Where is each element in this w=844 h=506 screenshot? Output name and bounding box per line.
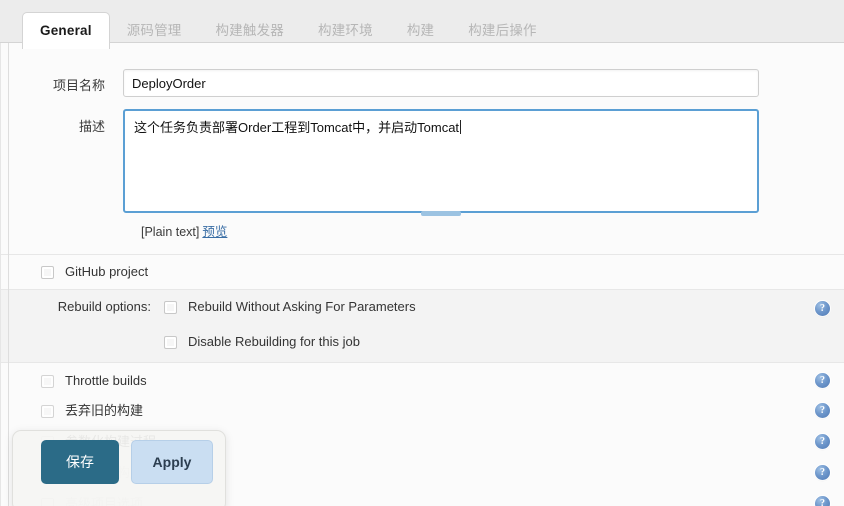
project-name-label: 项目名称 xyxy=(52,78,105,93)
help-icon[interactable]: ? xyxy=(815,465,830,480)
config-tab-bar: General 源码管理 构建触发器 构建环境 构建 构建后操作 xyxy=(0,0,844,49)
description-markup-row: [Plain text] 预览 xyxy=(1,213,844,240)
throttle-builds-label: Throttle builds xyxy=(65,373,147,388)
discard-old-builds-row[interactable]: 丢弃旧的构建 ? xyxy=(1,396,844,427)
tab-build-environment-label: 构建环境 xyxy=(318,23,373,38)
throttle-builds-checkbox[interactable] xyxy=(41,375,54,388)
project-name-row: 项目名称 xyxy=(1,43,844,97)
tab-source-code-management-label: 源码管理 xyxy=(126,23,182,38)
github-project-label: GitHub project xyxy=(65,264,149,279)
rebuild-without-asking-checkbox[interactable] xyxy=(164,301,177,314)
disable-rebuilding-row[interactable]: Disable Rebuilding for this job xyxy=(1,323,844,362)
text-cursor xyxy=(460,120,462,134)
throttle-builds-row[interactable]: Throttle builds ? xyxy=(1,363,844,396)
description-label: 描述 xyxy=(78,119,105,134)
description-preview-link[interactable]: 预览 xyxy=(202,225,227,239)
project-name-input[interactable] xyxy=(123,69,759,97)
help-icon[interactable]: ? xyxy=(815,403,830,418)
jenkins-job-config-page: General 源码管理 构建触发器 构建环境 构建 构建后操作 项目名称 描述… xyxy=(0,0,844,506)
rebuild-options-group: Rebuild options: Rebuild Without Asking … xyxy=(1,289,844,363)
tab-build-label: 构建 xyxy=(406,23,435,38)
discard-old-builds-checkbox[interactable] xyxy=(41,405,54,418)
help-icon[interactable]: ? xyxy=(815,496,830,506)
disable-rebuilding-label: Disable Rebuilding for this job xyxy=(188,334,360,349)
textarea-resize-handle[interactable] xyxy=(421,211,461,216)
disable-rebuilding-checkbox[interactable] xyxy=(164,336,177,349)
tab-build-triggers-label: 构建触发器 xyxy=(215,23,284,38)
save-button[interactable]: 保存 xyxy=(41,440,119,484)
apply-button[interactable]: Apply xyxy=(131,440,213,484)
floating-save-bar: 保存 Apply xyxy=(12,430,226,506)
rebuild-options-group-label: Rebuild options: xyxy=(57,299,151,314)
rebuild-without-asking-row[interactable]: Rebuild options: Rebuild Without Asking … xyxy=(1,290,844,323)
pane-left-edge xyxy=(8,43,9,506)
help-icon[interactable]: ? xyxy=(815,301,830,316)
github-project-row[interactable]: GitHub project xyxy=(1,255,844,289)
tab-post-build-actions-label: 构建后操作 xyxy=(468,23,537,38)
help-icon[interactable]: ? xyxy=(815,373,830,388)
description-textarea-wrap: 这个任务负责部署Order工程到Tomcat中，并启动Tomcat xyxy=(123,109,759,216)
description-text: 这个任务负责部署Order工程到Tomcat中，并启动Tomcat xyxy=(134,120,460,135)
description-textarea[interactable]: 这个任务负责部署Order工程到Tomcat中，并启动Tomcat xyxy=(123,109,759,213)
discard-old-builds-label: 丢弃旧的构建 xyxy=(65,403,144,418)
rebuild-without-asking-label: Rebuild Without Asking For Parameters xyxy=(188,299,416,314)
github-project-checkbox[interactable] xyxy=(41,266,54,279)
tab-general-label: General xyxy=(40,23,92,38)
help-icon[interactable]: ? xyxy=(815,434,830,449)
description-row: 描述 这个任务负责部署Order工程到Tomcat中，并启动Tomcat xyxy=(1,97,844,216)
tab-general[interactable]: General xyxy=(22,12,110,49)
markup-type-label: [Plain text] xyxy=(141,225,200,239)
